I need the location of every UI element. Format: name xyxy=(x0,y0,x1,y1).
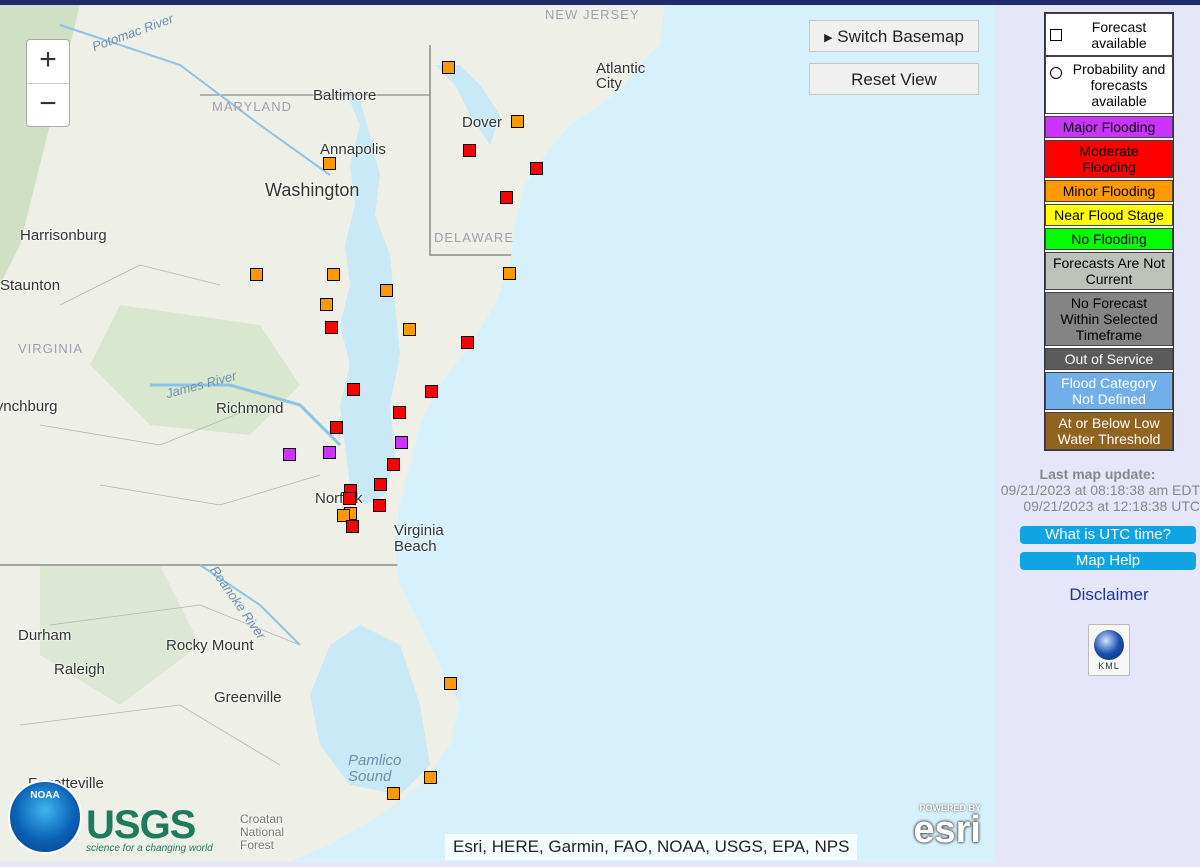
legend-item-major: Major Flooding xyxy=(1045,116,1173,138)
legend-item-near: Near Flood Stage xyxy=(1045,204,1173,226)
legend-item-not_current: Forecasts Are Not Current xyxy=(1045,252,1173,290)
legend: Forecast available Probability and forec… xyxy=(1044,12,1174,451)
place-label: Durham xyxy=(18,627,72,644)
gauge-marker-minor[interactable] xyxy=(424,771,437,784)
square-icon xyxy=(1050,28,1062,41)
gauge-marker-minor[interactable] xyxy=(327,268,340,281)
utc-time-button[interactable]: What is UTC time? xyxy=(1020,526,1196,544)
legend-label: Probability and forecasts available xyxy=(1072,61,1166,109)
legend-item-out_of_service: Out of Service xyxy=(1045,348,1173,370)
gauge-marker-major[interactable] xyxy=(395,436,408,449)
disclaimer-link[interactable]: Disclaimer xyxy=(995,585,1200,605)
gauge-marker-moderate[interactable] xyxy=(393,406,406,419)
gauge-marker-minor[interactable] xyxy=(403,323,416,336)
zoom-in-button[interactable]: + xyxy=(27,40,69,84)
region-label: VIRGINIA xyxy=(18,341,84,356)
gauge-marker-moderate[interactable] xyxy=(330,421,343,434)
last-update-edt: 09/21/2023 at 08:18:38 am EDT xyxy=(1000,482,1200,498)
gauge-marker-major[interactable] xyxy=(283,448,296,461)
gauge-marker-moderate[interactable] xyxy=(530,162,543,175)
kml-download-icon[interactable]: KML xyxy=(1088,624,1130,676)
place-label: Croatan National Forest xyxy=(240,812,285,852)
place-label: Richmond xyxy=(216,400,284,417)
map-attribution: Esri, HERE, Garmin, FAO, NOAA, USGS, EPA… xyxy=(445,834,858,860)
zoom-control: + − xyxy=(26,39,70,127)
last-update-utc: 09/21/2023 at 12:18:38 UTC xyxy=(1023,498,1200,514)
switch-basemap-button[interactable]: ▶ Switch Basemap xyxy=(809,20,979,52)
legend-item-moderate: Moderate Flooding xyxy=(1045,140,1173,178)
gauge-marker-moderate[interactable] xyxy=(343,492,356,505)
gauge-marker-minor[interactable] xyxy=(250,268,263,281)
gauge-marker-moderate[interactable] xyxy=(347,383,360,396)
place-label: Staunton xyxy=(0,277,61,294)
legend-probability-available: Probability and forecasts available xyxy=(1045,56,1173,114)
esri-text: esri xyxy=(913,809,981,851)
usgs-tagline: science for a changing world xyxy=(86,843,213,854)
gauge-marker-major[interactable] xyxy=(323,446,336,459)
legend-item-none: No Flooding xyxy=(1045,228,1173,250)
place-label: Annapolis xyxy=(320,141,386,158)
place-label: Baltimore xyxy=(313,87,377,104)
place-label: Dover xyxy=(462,114,503,131)
gauge-marker-moderate[interactable] xyxy=(374,478,387,491)
map-canvas[interactable]: Baltimore Annapolis Washington Dover Atl… xyxy=(0,5,995,862)
usgs-logo: USGS science for a changing world xyxy=(86,803,226,859)
circle-icon xyxy=(1050,67,1062,79)
reset-view-button[interactable]: Reset View xyxy=(809,63,979,95)
gauge-marker-minor[interactable] xyxy=(444,677,457,690)
gauge-marker-minor[interactable] xyxy=(323,157,336,170)
place-label: Greenville xyxy=(214,689,282,706)
switch-basemap-label: Switch Basemap xyxy=(837,27,964,46)
gauge-marker-moderate[interactable] xyxy=(461,336,474,349)
esri-logo: POWERED BY esri xyxy=(900,803,985,851)
place-label: Raleigh xyxy=(54,661,105,678)
gauge-marker-minor[interactable] xyxy=(320,298,333,311)
legend-label: Forecast available xyxy=(1091,18,1147,51)
gauge-marker-minor[interactable] xyxy=(511,115,524,128)
place-label: Lynchburg xyxy=(0,398,58,415)
last-update-heading-text: Last map update xyxy=(1039,466,1151,482)
kml-label: KML xyxy=(1098,661,1120,671)
legend-item-undefined: Flood Category Not Defined xyxy=(1045,372,1173,410)
map-help-button[interactable]: Map Help xyxy=(1020,552,1196,570)
water-label: Pamlico Sound xyxy=(348,752,402,785)
gauge-marker-moderate[interactable] xyxy=(387,458,400,471)
legend-item-minor: Minor Flooding xyxy=(1045,180,1173,202)
gauge-marker-moderate[interactable] xyxy=(373,499,386,512)
gauge-marker-moderate[interactable] xyxy=(325,321,338,334)
gauge-marker-moderate[interactable] xyxy=(425,385,438,398)
basemap xyxy=(0,5,995,862)
last-update-heading: Last map update: xyxy=(1039,466,1156,482)
region-label: NEW JERSEY xyxy=(545,7,640,22)
gauge-marker-minor[interactable] xyxy=(442,61,455,74)
place-label: Rocky Mount xyxy=(166,637,254,654)
gauge-marker-minor[interactable] xyxy=(380,284,393,297)
last-update-block: Last map update: 09/21/2023 at 08:18:38 … xyxy=(995,466,1200,514)
place-label: Harrisonburg xyxy=(20,227,107,244)
gauge-marker-moderate[interactable] xyxy=(463,144,476,157)
place-label: Washington xyxy=(265,180,360,200)
globe-icon xyxy=(1094,630,1124,660)
gauge-marker-moderate[interactable] xyxy=(500,191,513,204)
legend-item-low_threshold: At or Below Low Water Threshold xyxy=(1045,412,1173,450)
gauge-marker-moderate[interactable] xyxy=(346,520,359,533)
legend-item-no_forecast: No Forecast Within Selected Timeframe xyxy=(1045,292,1173,346)
gauge-marker-minor[interactable] xyxy=(387,787,400,800)
usgs-logo-text: USGS xyxy=(86,803,196,847)
zoom-out-button[interactable]: − xyxy=(27,84,69,127)
region-label: DELAWARE xyxy=(434,230,514,245)
triangle-right-icon: ▶ xyxy=(824,32,833,44)
noaa-logo: NOAA xyxy=(8,780,82,854)
noaa-logo-text: NOAA xyxy=(30,790,60,801)
legend-forecast-available: Forecast available xyxy=(1045,13,1173,56)
gauge-marker-minor[interactable] xyxy=(503,267,516,280)
place-label: Virginia Beach xyxy=(394,522,444,555)
place-label: Atlantic City xyxy=(596,60,646,92)
region-label: MARYLAND xyxy=(212,99,293,114)
